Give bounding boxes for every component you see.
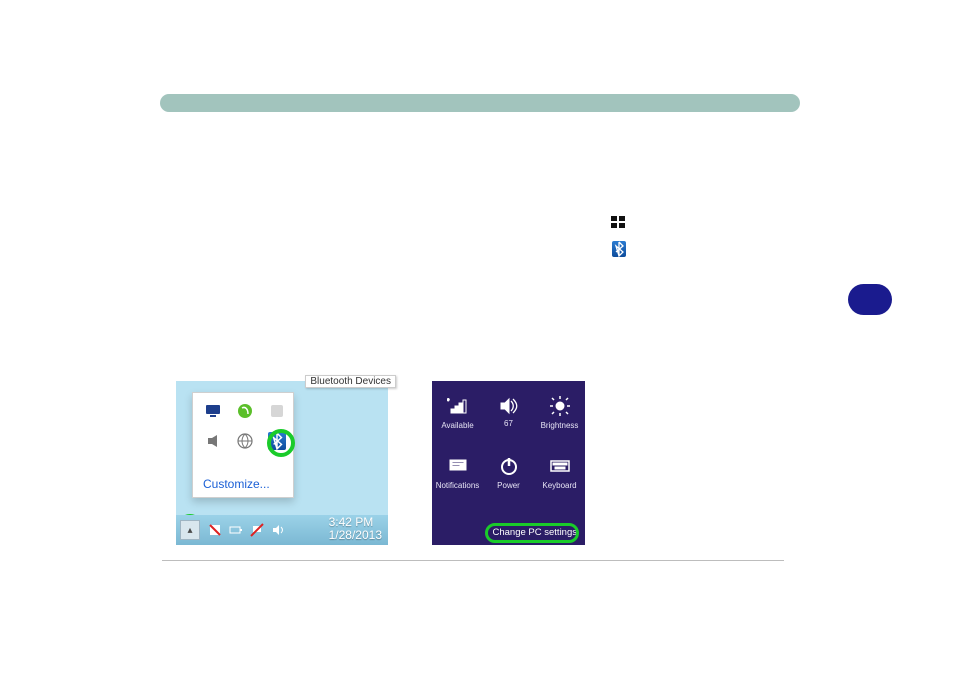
taskbar: ▴ 3:42 PM 1/28/2013 <box>176 515 388 545</box>
taskbar-icon-action-center[interactable] <box>208 523 222 537</box>
figure-system-tray: Bluetooth Devices Customize... ▴ <box>176 381 388 545</box>
highlight-circle-bluetooth <box>267 429 295 457</box>
taskbar-icon-battery[interactable] <box>229 523 243 537</box>
show-hidden-icons-button[interactable]: ▴ <box>180 520 200 540</box>
tray-icon-audio[interactable] <box>201 429 225 453</box>
header-accent-bar <box>160 94 800 112</box>
tray-icon-nvidia[interactable] <box>233 399 257 423</box>
network-bars-icon: * <box>447 395 469 417</box>
charms-label: Available <box>441 421 473 430</box>
taskbar-status-icons <box>208 523 285 537</box>
keyboard-icon <box>549 455 571 477</box>
charms-label: Power <box>497 481 520 490</box>
clock-date: 1/28/2013 <box>329 529 382 542</box>
charms-label: Brightness <box>541 421 579 430</box>
figure-charms-settings: * Available 67 Brightness Noti <box>432 381 585 545</box>
highlight-circle-change-pc <box>485 523 579 543</box>
charms-tile-network[interactable]: * Available <box>432 395 483 447</box>
charms-label: Notifications <box>436 481 480 490</box>
bluetooth-badge-icon <box>612 241 626 257</box>
figure-divider <box>464 560 784 561</box>
tray-tooltip: Bluetooth Devices <box>305 375 396 388</box>
taskbar-clock[interactable]: 3:42 PM 1/28/2013 <box>329 516 382 542</box>
taskbar-icon-volume[interactable] <box>271 523 285 537</box>
notifications-icon <box>447 455 469 477</box>
customize-link[interactable]: Customize... <box>203 477 270 491</box>
volume-icon <box>498 395 520 417</box>
charms-tile-keyboard[interactable]: Keyboard <box>534 455 585 507</box>
brightness-icon <box>549 395 571 417</box>
charms-tile-volume[interactable]: 67 <box>483 395 534 447</box>
charms-tile-brightness[interactable]: Brightness <box>534 395 585 447</box>
charms-tile-notifications[interactable]: Notifications <box>432 455 483 507</box>
hidden-icons-popup[interactable]: Customize... <box>192 392 294 498</box>
figure-divider <box>162 560 464 561</box>
svg-text:*: * <box>447 399 450 405</box>
tray-icon-globe[interactable] <box>233 429 257 453</box>
side-page-badge <box>848 284 892 315</box>
charms-label: Keyboard <box>542 481 576 490</box>
power-icon <box>498 455 520 477</box>
charms-tile-power[interactable]: Power <box>483 455 534 507</box>
windows-logo-icon <box>611 216 625 229</box>
tray-icon-misc1[interactable] <box>265 399 289 423</box>
taskbar-icon-network[interactable] <box>250 523 264 537</box>
charms-volume-value: 67 <box>504 419 513 428</box>
tray-icon-display[interactable] <box>201 399 225 423</box>
